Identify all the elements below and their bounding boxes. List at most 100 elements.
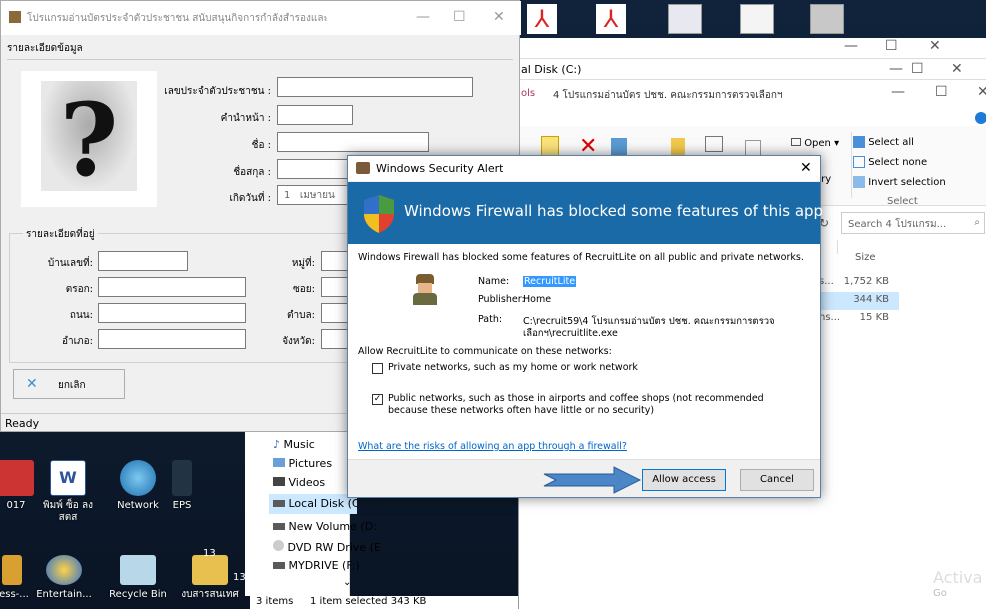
minimize-button[interactable]: — xyxy=(889,61,903,77)
close-button[interactable]: ✕ xyxy=(929,38,941,54)
disc-icon xyxy=(273,540,284,551)
last-name-field[interactable] xyxy=(277,159,357,179)
app-icon xyxy=(410,274,440,306)
title-bar: โปรแกรมอ่านบัตรประจำตัวประชาชน สนับสนุนก… xyxy=(1,1,521,35)
tambon-field[interactable] xyxy=(321,303,349,323)
select-none-button[interactable]: Select none xyxy=(853,156,927,168)
close-button[interactable]: ✕ xyxy=(951,61,963,77)
private-networks-checkbox[interactable] xyxy=(372,363,383,374)
publisher-value: Home xyxy=(523,294,552,305)
nav-item-mydrive[interactable]: MYDRIVE (F:) xyxy=(273,559,360,572)
intro-text: Windows Firewall has blocked some featur… xyxy=(358,252,804,263)
scroll-down-icon[interactable]: ⌄ xyxy=(343,577,351,588)
label-road: ถนน: xyxy=(69,310,93,321)
name-value[interactable]: RecruitLite xyxy=(523,276,577,287)
dialog-cancel-button[interactable]: Cancel xyxy=(740,469,814,491)
section-title: รายละเอียดข้อมูล xyxy=(7,43,83,54)
invert-selection-button[interactable]: Invert selection xyxy=(853,176,946,188)
banner-text: Windows Firewall has blocked some featur… xyxy=(404,202,824,220)
desktop-icon-recycle-bin[interactable]: Recycle Bin xyxy=(108,555,168,601)
drive-icon xyxy=(273,523,285,530)
province-field[interactable] xyxy=(321,329,349,349)
nav-item-new-volume[interactable]: New Volume (D: xyxy=(273,520,377,533)
first-name-field[interactable] xyxy=(277,132,429,152)
ribbon-tab-tools[interactable]: ols xyxy=(521,88,535,99)
file-icon xyxy=(0,460,34,496)
firewall-risks-link[interactable]: What are the risks of allowing an app th… xyxy=(358,441,627,452)
label-house-no: บ้านเลขที่: xyxy=(47,258,93,269)
public-networks-label[interactable]: Public networks, such as those in airpor… xyxy=(388,393,764,404)
address-bar[interactable]: al Disk (C:) xyxy=(521,63,581,76)
help-icon[interactable] xyxy=(975,112,986,124)
nav-item-dvd-drive[interactable]: DVD RW Drive (E xyxy=(273,540,381,554)
media-icon xyxy=(46,555,82,585)
maximize-button[interactable]: ☐ xyxy=(935,84,948,100)
image-icon[interactable] xyxy=(810,4,844,34)
activation-watermark: Activa xyxy=(933,568,983,587)
file-row-selected[interactable]: 344 KB xyxy=(819,292,899,310)
desktop-icon-network[interactable]: Network xyxy=(108,460,168,512)
document-icon[interactable] xyxy=(740,4,774,34)
desktop-icon-word[interactable]: W พิมพ์ ซ็อ ลง สตส xyxy=(38,460,98,524)
minimize-button[interactable]: — xyxy=(416,9,430,25)
search-icon: ⌕ xyxy=(974,217,980,228)
music-icon: ♪ xyxy=(273,438,281,451)
house-no-field[interactable] xyxy=(98,251,188,271)
close-icon[interactable]: ✕ xyxy=(800,160,812,176)
public-networks-label-line-2: because these networks often have little… xyxy=(388,405,655,416)
folder-icon xyxy=(2,555,22,585)
minimize-button[interactable]: — xyxy=(891,84,905,100)
desktop-icon-folder[interactable]: งบสารสนเทศ xyxy=(180,555,240,601)
rename-icon[interactable] xyxy=(611,138,627,156)
close-button[interactable]: ✕ xyxy=(977,84,986,100)
folder-icon xyxy=(192,555,228,585)
soi-field[interactable] xyxy=(321,277,349,297)
path-value-line-2: เลือกฯ\recruitlite.exe xyxy=(523,328,618,339)
maximize-button[interactable]: ☐ xyxy=(911,61,924,77)
pdf-icon-2[interactable]: ⅄ xyxy=(596,4,626,34)
cancel-button[interactable]: ✕ ยกเลิก xyxy=(13,369,125,399)
nav-item-pictures[interactable]: Pictures xyxy=(273,457,332,470)
birth-date-field[interactable]: 1 เมษายน xyxy=(277,185,353,205)
network-icon xyxy=(120,460,156,496)
open-button[interactable]: Open ▾ xyxy=(791,138,839,149)
publisher-label: Publisher: xyxy=(478,294,525,305)
dialog-title: Windows Security Alert xyxy=(376,162,504,175)
windows-security-alert-dialog[interactable]: Windows Security Alert ✕ Windows Firewal… xyxy=(347,155,824,498)
navigation-pane: ♪ Music Pictures Videos Local Disk (C:) … xyxy=(245,432,381,596)
id-card-field[interactable] xyxy=(277,77,473,97)
nav-item-videos[interactable]: Videos xyxy=(273,476,325,489)
private-networks-label[interactable]: Private networks, such as my home or wor… xyxy=(388,362,638,373)
app-icon xyxy=(9,11,21,23)
allow-access-button[interactable]: Allow access xyxy=(642,469,726,491)
spreadsheet-icon[interactable] xyxy=(668,4,702,34)
close-button[interactable]: ✕ xyxy=(493,9,505,25)
column-header-size[interactable]: Size xyxy=(855,252,876,263)
shield-icon xyxy=(364,195,394,233)
window-title: โปรแกรมอ่านบัตรประจำตัวประชาชน สนับสนุนก… xyxy=(27,13,327,24)
desktop-icon-eps[interactable]: EPS xyxy=(162,460,202,512)
label-moo: หมู่ที่: xyxy=(291,258,315,269)
select-none-icon xyxy=(853,156,865,168)
copy-icon[interactable] xyxy=(541,136,559,156)
nav-item-music[interactable]: ♪ Music xyxy=(273,438,315,451)
search-input[interactable]: Search 4 โปรแกรม... ⌕ xyxy=(841,212,985,234)
moo-field[interactable] xyxy=(321,251,349,271)
properties-icon[interactable] xyxy=(705,136,723,152)
public-networks-checkbox[interactable]: ✓ xyxy=(372,394,383,405)
prefix-field[interactable] xyxy=(277,105,353,125)
desktop-icon-entertain[interactable]: Entertain... xyxy=(34,555,94,601)
minimize-button[interactable]: — xyxy=(844,38,858,54)
maximize-button[interactable]: ☐ xyxy=(453,9,466,25)
nav-item-local-disk[interactable]: Local Disk (C:) xyxy=(269,494,357,514)
subwindow-title: 4 โปรแกรมอ่านบัตร ปชช. คณะกรรมการตรวจเลื… xyxy=(553,90,783,101)
select-all-button[interactable]: Select all xyxy=(853,136,914,148)
label-last-name: ชื่อสกุล : xyxy=(233,167,271,178)
desktop-number: 13 xyxy=(203,548,216,559)
folder-icon[interactable] xyxy=(671,138,685,156)
pdf-icon[interactable]: ⅄ xyxy=(527,4,557,34)
firewall-icon xyxy=(356,162,370,174)
dialog-title-bar: Windows Security Alert ✕ xyxy=(348,156,820,182)
path-label: Path: xyxy=(478,314,503,325)
maximize-button[interactable]: ☐ xyxy=(885,38,898,54)
